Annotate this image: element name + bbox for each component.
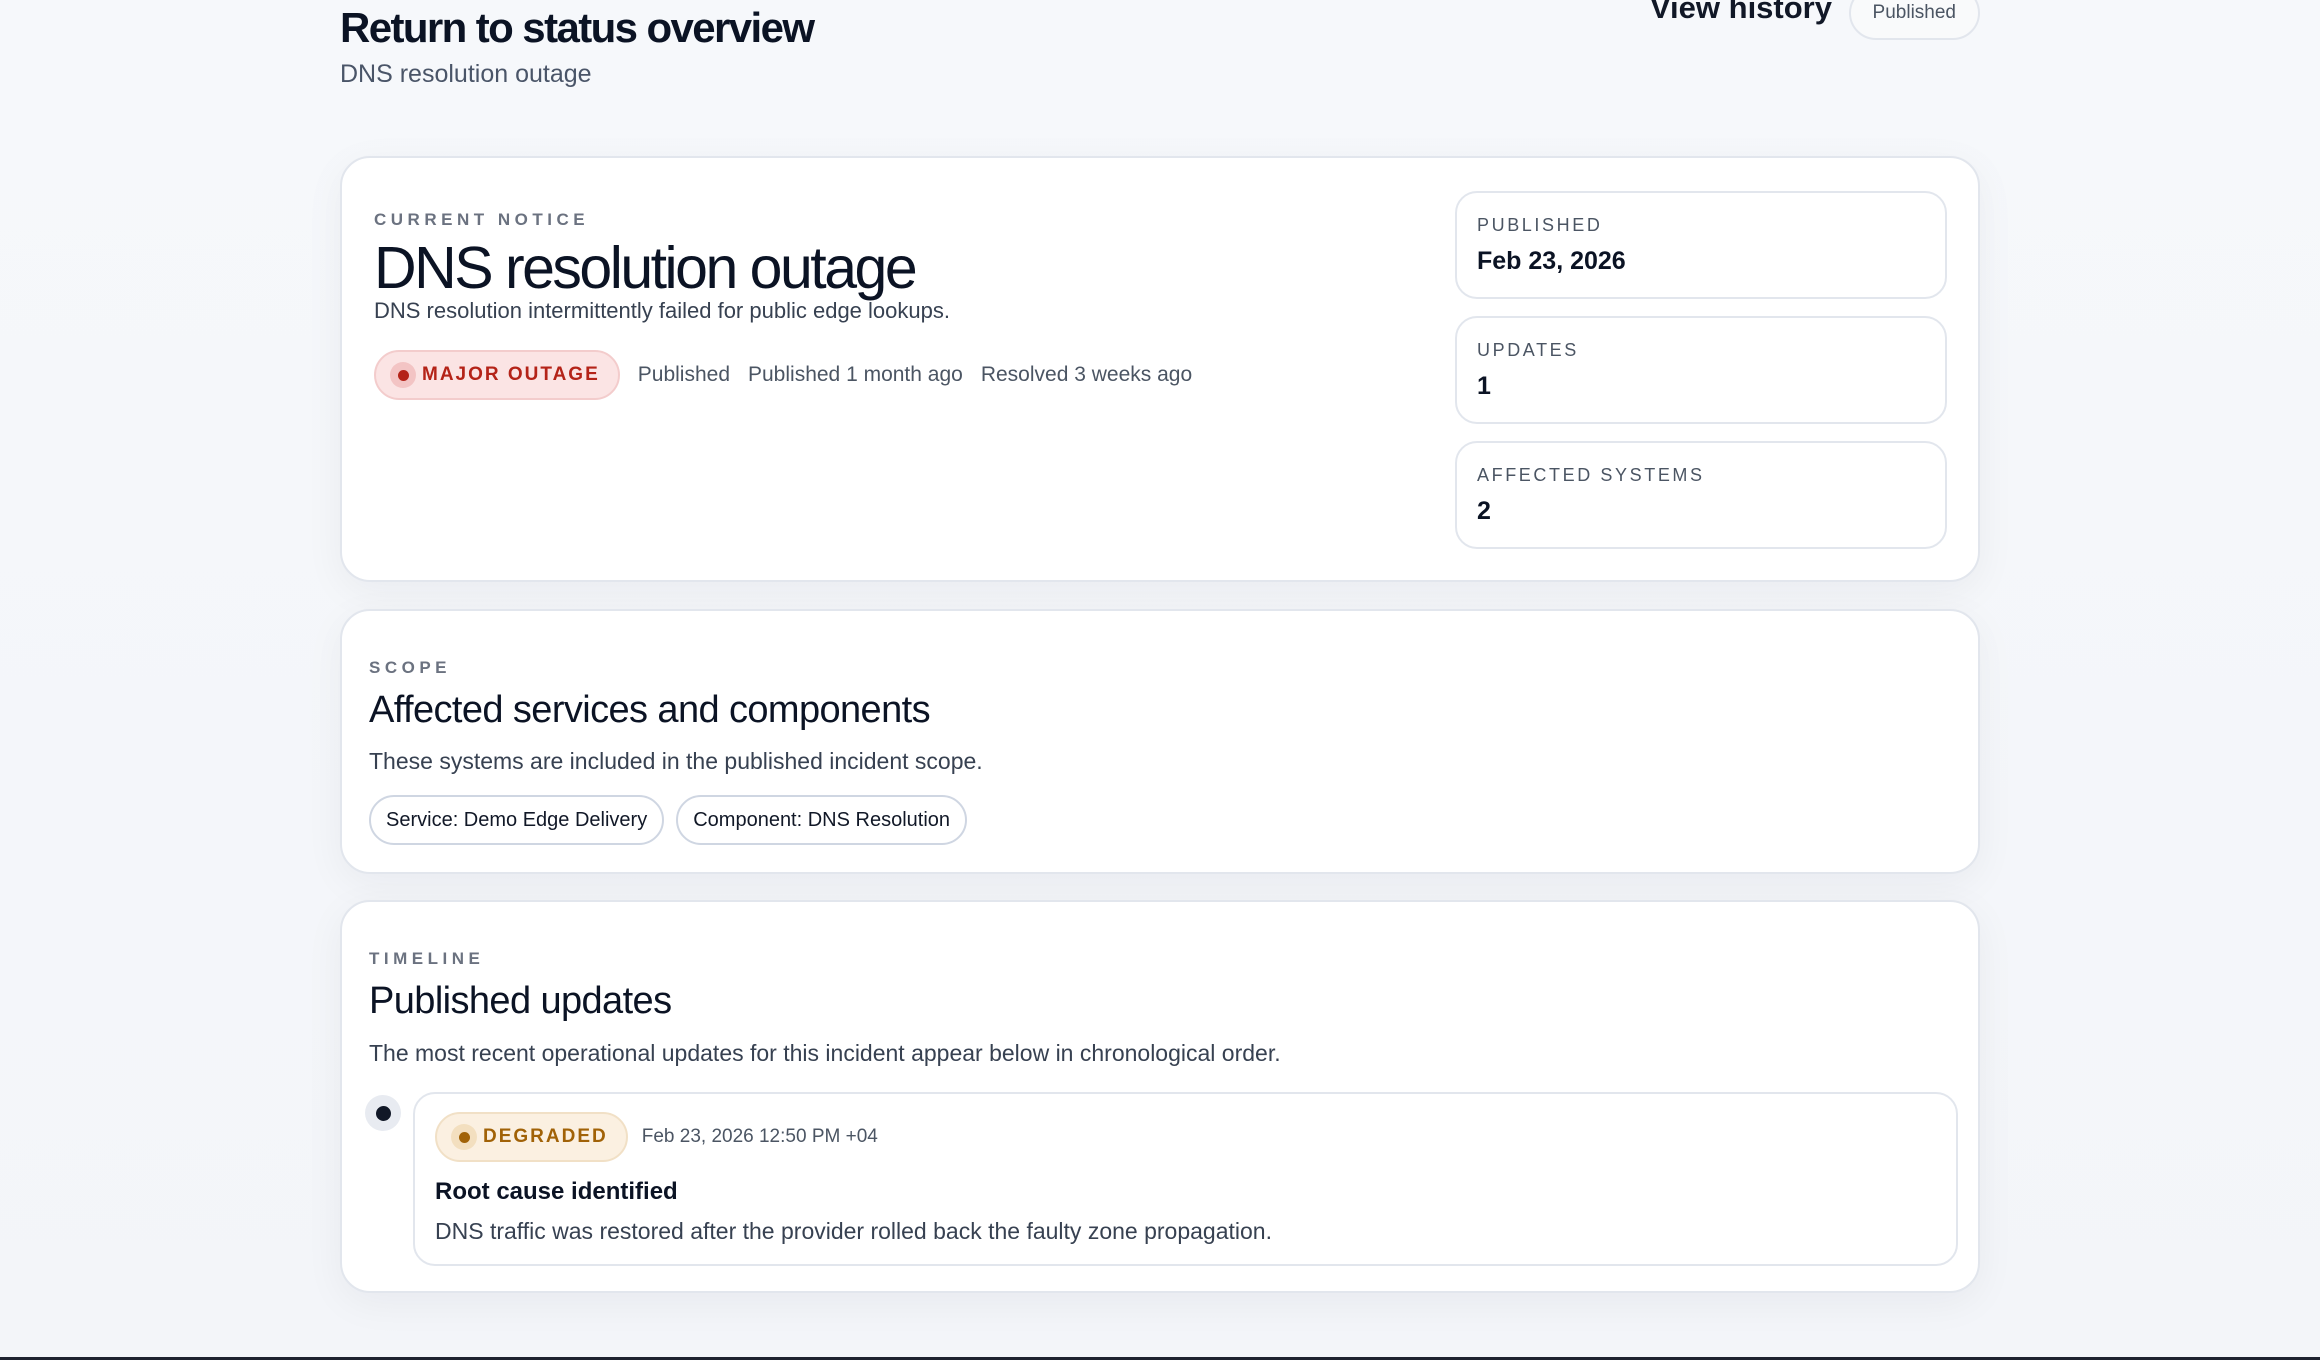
- status-dot-icon: [451, 1124, 477, 1150]
- page-header: Return to status overview DNS resolution…: [340, 0, 1980, 100]
- affected-tags: Service: Demo Edge Delivery Component: D…: [369, 795, 968, 845]
- update-body: DNS traffic was restored after the provi…: [435, 1218, 1272, 1244]
- page-subtitle: DNS resolution outage: [340, 60, 592, 88]
- published-ago: Published 1 month ago: [748, 363, 963, 386]
- scope-card: SCOPE Affected services and components T…: [340, 609, 1980, 874]
- stat-published: PUBLISHED Feb 23, 2026: [1455, 191, 1947, 299]
- update-status-label: DEGRADED: [483, 1126, 608, 1147]
- stat-value: 1: [1477, 372, 1491, 400]
- status-chip: Published: [1848, 0, 1980, 40]
- scope-eyebrow: SCOPE: [369, 658, 452, 677]
- back-to-status-overview-link[interactable]: Return to status overview: [340, 4, 815, 52]
- timeline-description: The most recent operational updates for …: [369, 1040, 1281, 1066]
- tag-service[interactable]: Service: Demo Edge Delivery: [369, 795, 665, 845]
- scope-title: Affected services and components: [369, 689, 931, 731]
- scope-description: These systems are included in the publis…: [369, 748, 983, 774]
- stat-affected-systems: AFFECTED SYSTEMS 2: [1455, 441, 1947, 549]
- stat-value: 2: [1477, 497, 1491, 525]
- current-notice-eyebrow: CURRENT NOTICE: [374, 210, 590, 229]
- update-title: Root cause identified: [435, 1178, 678, 1205]
- update-header: DEGRADED Feb 23, 2026 12:50 PM +04: [435, 1112, 878, 1162]
- severity-badge: MAJOR OUTAGE: [374, 350, 620, 400]
- severity-label: MAJOR OUTAGE: [422, 364, 600, 385]
- notice-meta: MAJOR OUTAGE Published Published 1 month…: [374, 350, 1192, 400]
- timeline-marker-icon: [365, 1095, 401, 1131]
- update-timestamp: Feb 23, 2026 12:50 PM +04: [641, 1126, 878, 1147]
- timeline-card: TIMELINE Published updates The most rece…: [340, 900, 1980, 1293]
- notice-description: DNS resolution intermittently failed for…: [374, 298, 950, 323]
- current-notice-card: CURRENT NOTICE DNS resolution outage DNS…: [340, 156, 1980, 582]
- status-dot-icon: [390, 362, 416, 388]
- incident-page: Return to status overview DNS resolution…: [0, 0, 2320, 1360]
- stat-label: AFFECTED SYSTEMS: [1477, 465, 1705, 485]
- tag-component[interactable]: Component: DNS Resolution: [676, 795, 968, 845]
- stat-label: UPDATES: [1477, 340, 1579, 360]
- update-status-badge: DEGRADED: [435, 1112, 628, 1162]
- timeline-eyebrow: TIMELINE: [369, 949, 485, 968]
- view-history-link[interactable]: View history: [1650, 0, 1832, 26]
- stat-updates: UPDATES 1: [1455, 316, 1947, 424]
- stat-value: Feb 23, 2026: [1477, 247, 1626, 275]
- resolved-ago: Resolved 3 weeks ago: [980, 363, 1193, 386]
- stat-label: PUBLISHED: [1477, 215, 1603, 235]
- update-item: DEGRADED Feb 23, 2026 12:50 PM +04 Root …: [413, 1092, 1958, 1266]
- timeline-title: Published updates: [369, 980, 672, 1022]
- notice-state: Published: [637, 363, 730, 386]
- notice-title: DNS resolution outage: [374, 235, 918, 301]
